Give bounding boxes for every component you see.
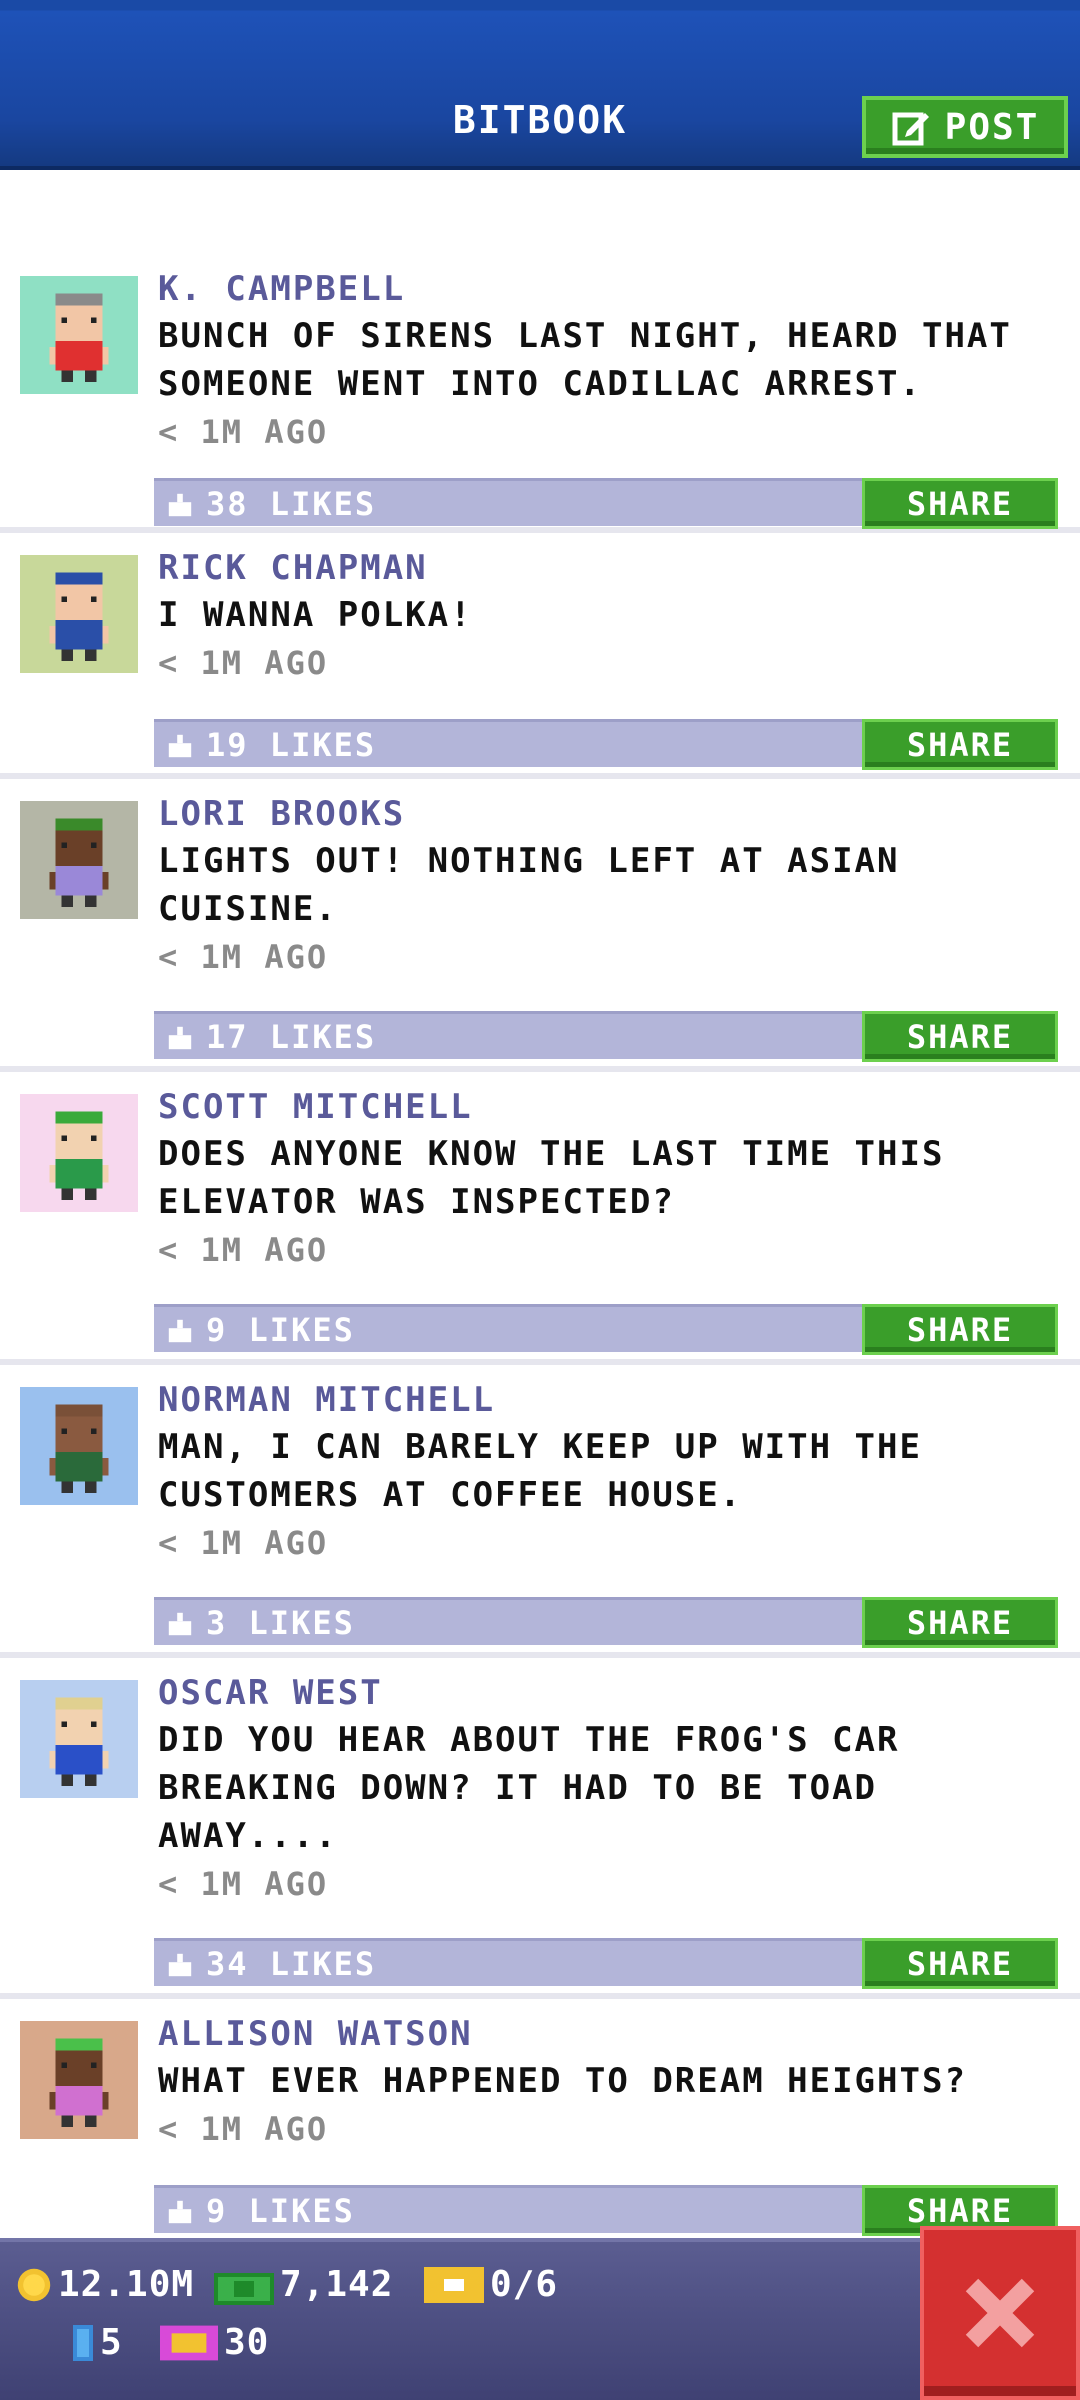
list-item: K. CAMPBELL BUNCH OF SIRENS LAST NIGHT, … <box>0 240 1080 533</box>
thumbs-up-icon <box>168 1319 192 1343</box>
avatar <box>20 276 138 394</box>
feed-list[interactable]: K. CAMPBELL BUNCH OF SIRENS LAST NIGHT, … <box>0 240 1080 2259</box>
post-author[interactable]: K. CAMPBELL <box>158 266 1060 312</box>
post-message: WHAT EVER HAPPENED TO DREAM HEIGHTS? <box>158 2061 967 2101</box>
post-message: BUNCH OF SIRENS LAST NIGHT, HEARD THAT S… <box>158 316 1012 404</box>
coin-icon <box>17 2268 51 2301</box>
list-item: OSCAR WEST DID YOU HEAR ABOUT THE FROG'S… <box>0 1658 1080 1999</box>
likes-bar: 17 LIKES SHARE <box>154 1011 1058 1062</box>
likes-bar: 9 LIKES SHARE <box>154 1304 1058 1355</box>
likes-count: 9 LIKES <box>206 2192 355 2230</box>
keys-stat: 5 <box>72 2322 123 2363</box>
likes-count: 9 LIKES <box>206 1311 355 1349</box>
avatar <box>20 555 138 673</box>
share-button[interactable]: SHARE <box>862 719 1058 770</box>
share-button[interactable]: SHARE <box>862 1011 1058 1062</box>
share-button[interactable]: SHARE <box>862 1304 1058 1355</box>
post-message: DID YOU HEAR ABOUT THE FROG'S CAR BREAKI… <box>158 1720 900 1856</box>
ticket-icon <box>424 2266 484 2303</box>
list-item: NORMAN MITCHELL MAN, I CAN BARELY KEEP U… <box>0 1365 1080 1658</box>
tickets-stat: 0/6 <box>424 2264 558 2305</box>
likes-count: 17 LIKES <box>206 1018 377 1056</box>
likes-count: 3 LIKES <box>206 1604 355 1642</box>
tickets-value: 0/6 <box>490 2264 559 2305</box>
post-author[interactable]: LORI BROOKS <box>158 791 1060 837</box>
coins-stat: 12.10M <box>16 2264 194 2305</box>
thumbs-up-icon <box>168 1026 192 1050</box>
person-icon <box>49 293 109 383</box>
thumbs-up-icon <box>168 1953 192 1977</box>
post-author[interactable]: NORMAN MITCHELL <box>158 1377 1060 1423</box>
likes-bar: 34 LIKES SHARE <box>154 1938 1058 1989</box>
share-button[interactable]: SHARE <box>862 1938 1058 1989</box>
resource-bar: 12.10M 7,142 0/6 5 30 <box>0 2238 1080 2400</box>
post-label: POST <box>944 106 1040 148</box>
post-time: < 1M AGO <box>158 938 329 976</box>
bux-value: 7,142 <box>280 2264 394 2305</box>
person-icon <box>49 2038 109 2128</box>
post-author[interactable]: SCOTT MITCHELL <box>158 1084 1060 1130</box>
person-icon <box>49 572 109 662</box>
gem-icon <box>160 2325 218 2360</box>
coins-value: 12.10M <box>58 2264 195 2305</box>
post-time: < 1M AGO <box>158 644 329 682</box>
thumbs-up-icon <box>168 2200 192 2224</box>
top-bar: BITBOOK POST <box>0 0 1080 170</box>
post-message: I WANNA POLKA! <box>158 595 473 635</box>
likes-bar: 19 LIKES SHARE <box>154 719 1058 770</box>
person-icon <box>49 1111 109 1201</box>
list-item: ALLISON WATSON WHAT EVER HAPPENED TO DRE… <box>0 1999 1080 2259</box>
post-message: LIGHTS OUT! NOTHING LEFT AT ASIAN CUISIN… <box>158 841 900 929</box>
key-icon <box>73 2324 93 2361</box>
likes-bar: 38 LIKES SHARE <box>154 478 1058 529</box>
thumbs-up-icon <box>168 734 192 758</box>
person-icon <box>49 1697 109 1787</box>
gems-value: 30 <box>224 2322 270 2363</box>
keys-value: 5 <box>100 2322 123 2363</box>
likes-count: 38 LIKES <box>206 485 377 523</box>
gems-stat: 30 <box>160 2322 269 2363</box>
close-button[interactable] <box>920 2226 1080 2400</box>
likes-count: 19 LIKES <box>206 726 377 764</box>
post-message: DOES ANYONE KNOW THE LAST TIME THIS ELEV… <box>158 1134 945 1222</box>
person-icon <box>49 1404 109 1494</box>
bux-stat: 7,142 <box>214 2264 393 2305</box>
post-author[interactable]: RICK CHAPMAN <box>158 545 1060 591</box>
list-item: LORI BROOKS LIGHTS OUT! NOTHING LEFT AT … <box>0 779 1080 1072</box>
share-button[interactable]: SHARE <box>862 1597 1058 1648</box>
list-item: SCOTT MITCHELL DOES ANYONE KNOW THE LAST… <box>0 1072 1080 1365</box>
likes-bar: 3 LIKES SHARE <box>154 1597 1058 1648</box>
post-author[interactable]: OSCAR WEST <box>158 1670 1060 1716</box>
thumbs-up-icon <box>168 1612 192 1636</box>
post-author[interactable]: ALLISON WATSON <box>158 2011 1060 2057</box>
edit-icon <box>892 112 929 146</box>
post-time: < 1M AGO <box>158 413 329 451</box>
avatar <box>20 1094 138 1212</box>
post-time: < 1M AGO <box>158 1524 329 1562</box>
close-icon <box>965 2278 1035 2348</box>
avatar <box>20 1387 138 1505</box>
post-time: < 1M AGO <box>158 2110 329 2148</box>
list-item: RICK CHAPMAN I WANNA POLKA! < 1M AGO 19 … <box>0 533 1080 779</box>
post-time: < 1M AGO <box>158 1231 329 1269</box>
share-button[interactable]: SHARE <box>862 478 1058 529</box>
thumbs-up-icon <box>168 493 192 517</box>
post-message: MAN, I CAN BARELY KEEP UP WITH THE CUSTO… <box>158 1427 922 1515</box>
avatar <box>20 1680 138 1798</box>
avatar <box>20 801 138 919</box>
post-button[interactable]: POST <box>862 96 1068 158</box>
post-time: < 1M AGO <box>158 1865 329 1903</box>
avatar <box>20 2021 138 2139</box>
person-icon <box>49 818 109 908</box>
likes-count: 34 LIKES <box>206 1945 377 1983</box>
bux-icon <box>214 2272 274 2305</box>
